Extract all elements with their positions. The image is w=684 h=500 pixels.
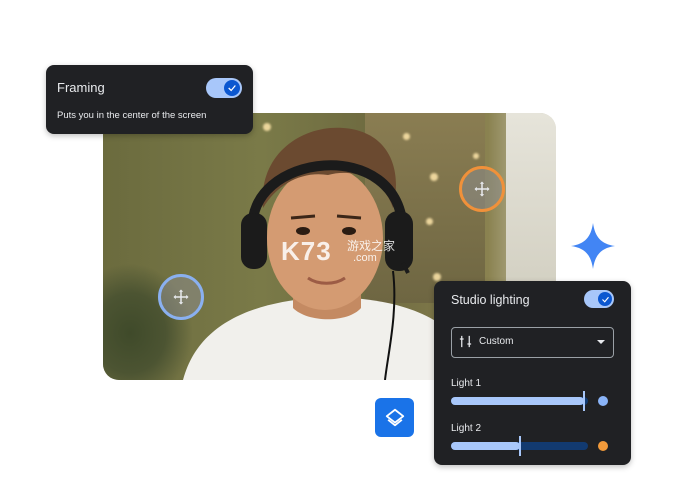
promo-stage: K73 游戏之家 .com Framing Puts you in the ce…: [0, 0, 684, 500]
slider-fill: [451, 442, 520, 450]
layers-button[interactable]: [375, 398, 414, 437]
check-icon: [601, 296, 609, 303]
light-2-position-handle[interactable]: [459, 166, 505, 212]
light-1-slider[interactable]: [451, 391, 588, 411]
move-icon: [474, 181, 490, 197]
studio-lighting-card: Studio lighting Custom Light 1 Light 2: [434, 281, 631, 465]
framing-description: Puts you in the center of the screen: [57, 110, 207, 121]
chevron-down-icon: [597, 340, 605, 344]
slider-fill: [451, 397, 584, 405]
move-icon: [173, 289, 189, 305]
framing-title: Framing: [57, 80, 105, 95]
check-icon: [228, 85, 236, 92]
slider-thumb[interactable]: [582, 391, 585, 411]
watermark-domain: .com: [353, 252, 377, 264]
watermark-brand: K73: [281, 236, 332, 266]
layers-icon: [385, 408, 404, 426]
sparkle-icon: [571, 223, 615, 269]
studio-lighting-title: Studio lighting: [451, 293, 530, 307]
light-1-label: Light 1: [451, 378, 482, 389]
slider-thumb[interactable]: [518, 436, 521, 456]
toggle-knob: [224, 80, 240, 96]
toggle-knob: [598, 292, 612, 306]
watermark: K73 游戏之家 .com: [281, 236, 395, 267]
light-1-color-dot: [598, 396, 608, 406]
light-1-position-handle[interactable]: [158, 274, 204, 320]
framing-toggle[interactable]: [206, 78, 242, 98]
light-2-slider[interactable]: [451, 436, 588, 456]
lighting-mode-select[interactable]: Custom: [451, 327, 614, 358]
light-2-color-dot: [598, 441, 608, 451]
tune-icon: [459, 335, 472, 348]
lighting-mode-value: Custom: [479, 336, 514, 347]
studio-lighting-toggle[interactable]: [584, 290, 614, 308]
framing-card: Framing Puts you in the center of the sc…: [46, 65, 253, 134]
light-2-label: Light 2: [451, 423, 482, 434]
